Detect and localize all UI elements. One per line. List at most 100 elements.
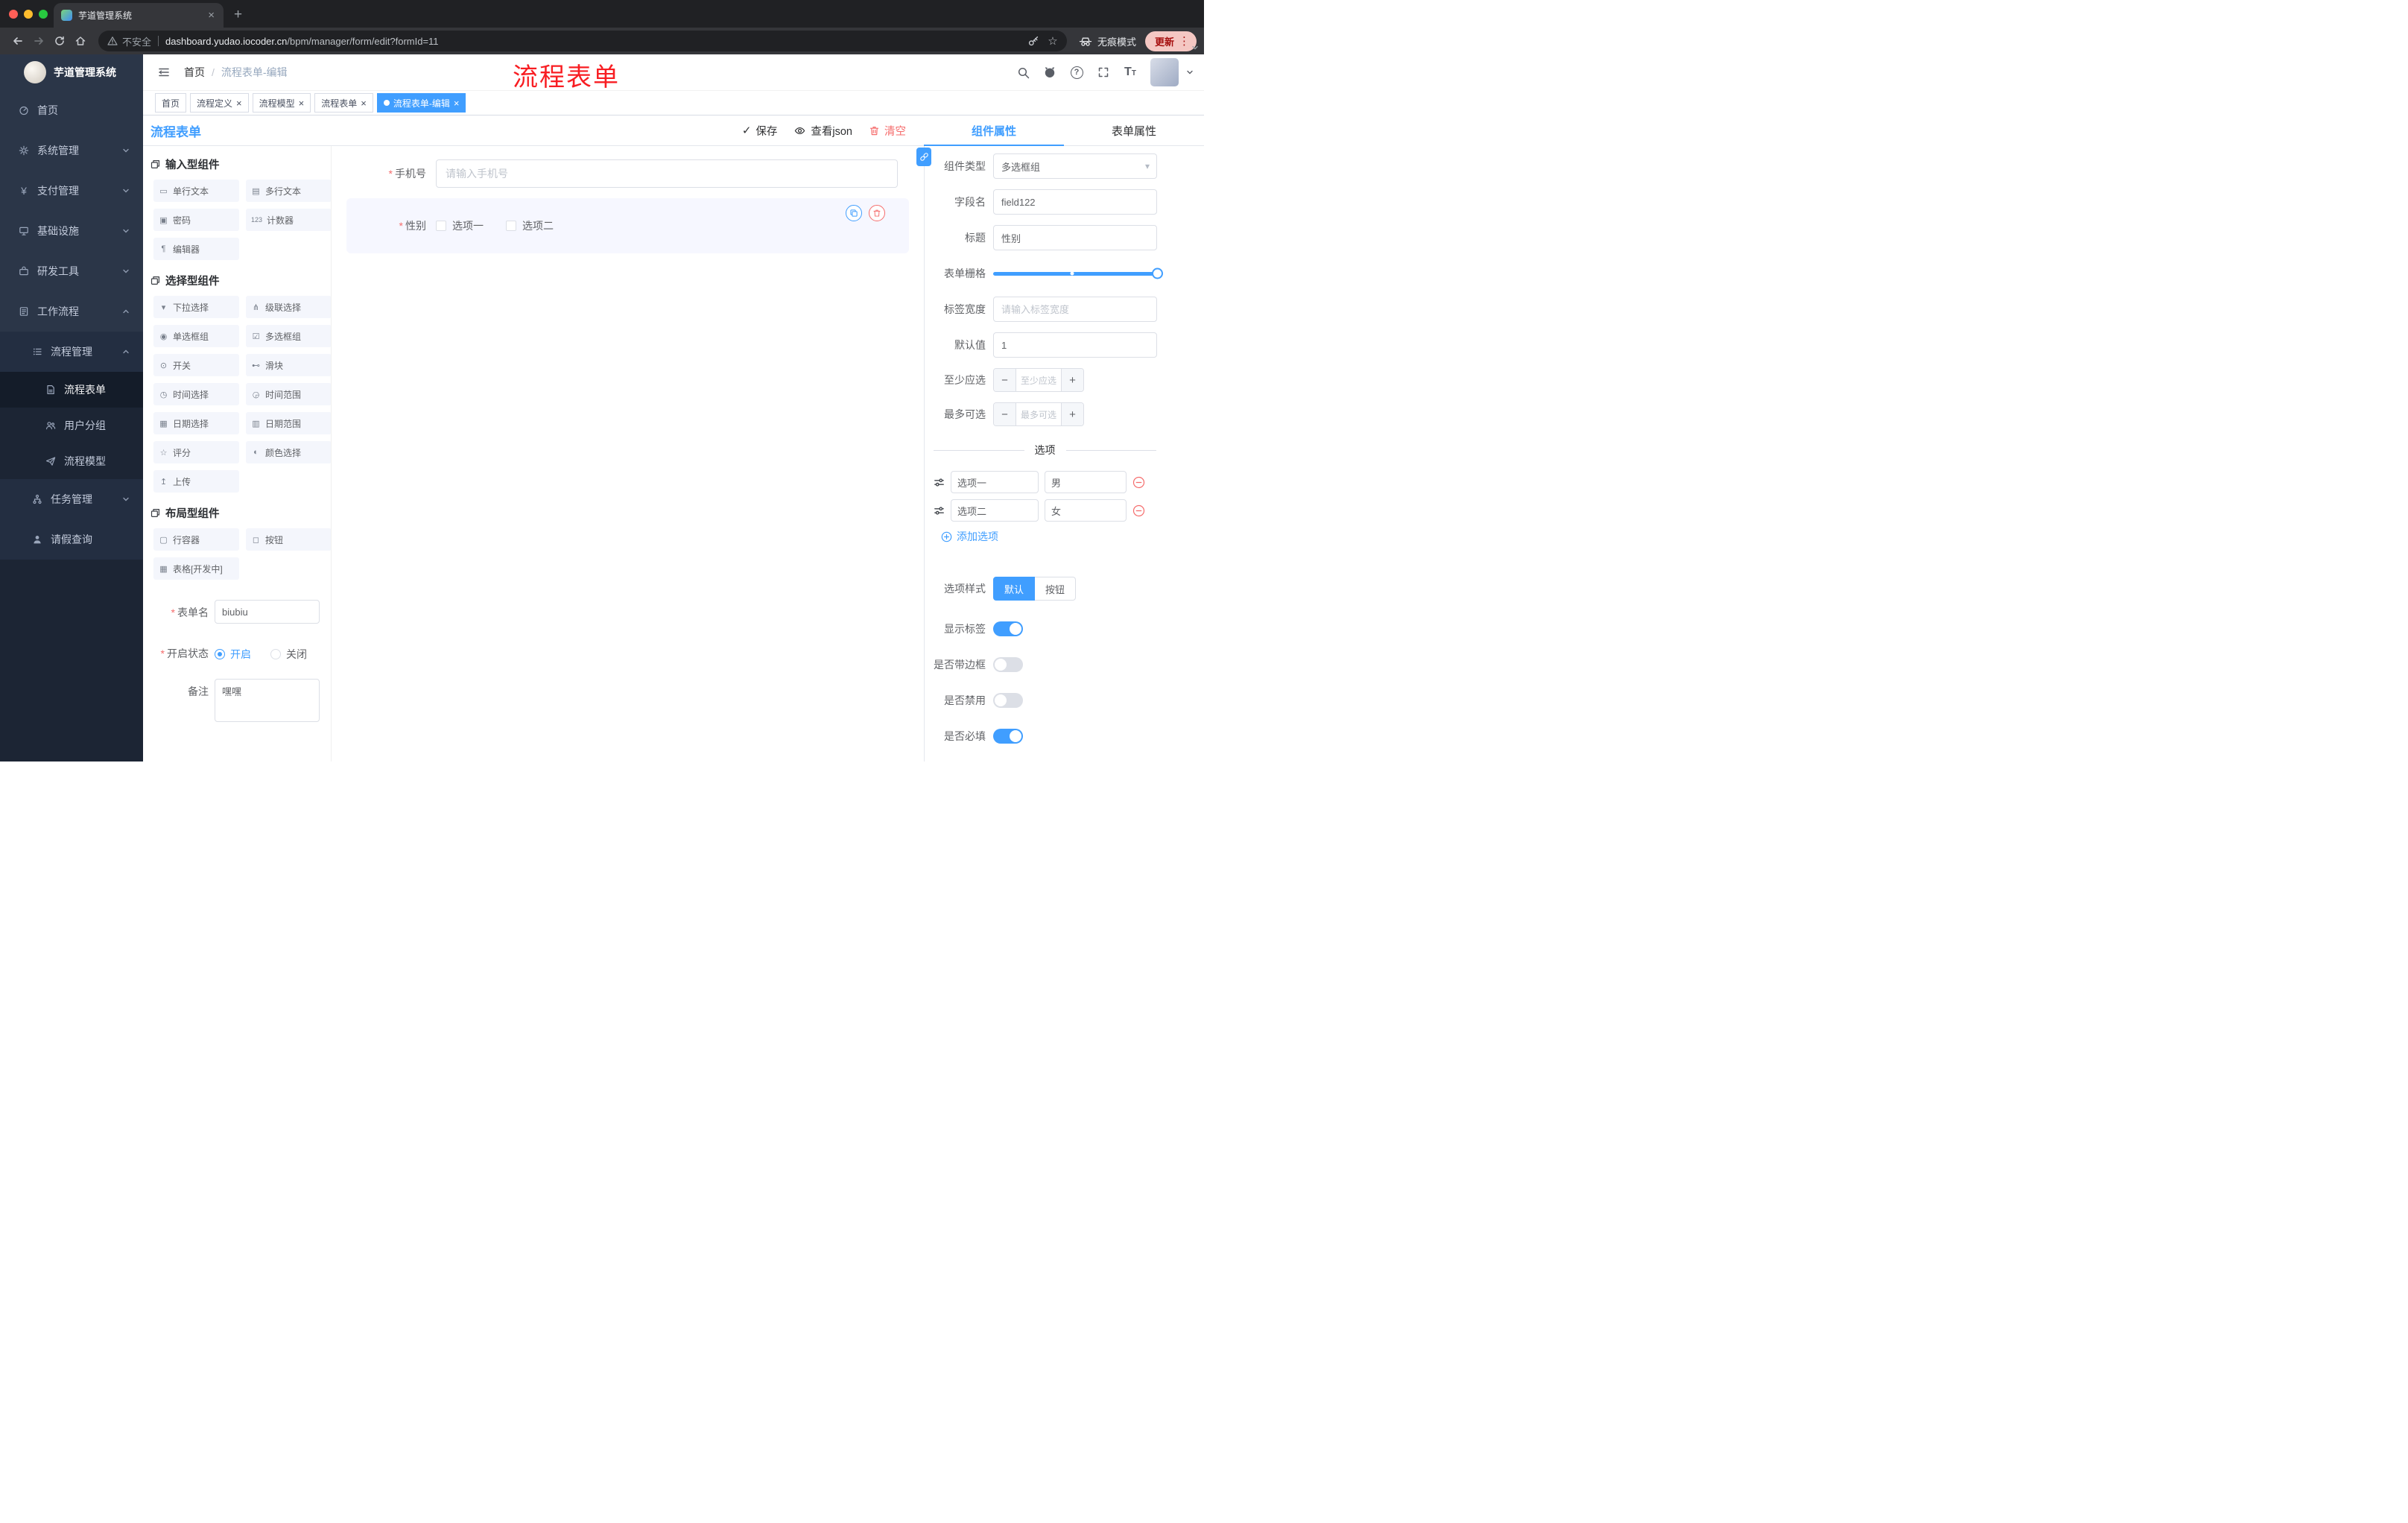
component-chip-editor[interactable]: ¶ 编辑器 <box>153 238 239 260</box>
back-button[interactable] <box>7 31 28 51</box>
default-value-input[interactable] <box>993 332 1157 358</box>
sidebar-item-dev-tools[interactable]: 研发工具 <box>0 251 143 291</box>
sidebar-item-process-management[interactable]: 流程管理 <box>0 332 143 372</box>
component-chip-select[interactable]: ▾ 下拉选择 <box>153 296 239 318</box>
component-chip-switch[interactable]: ⊙ 开关 <box>153 354 239 376</box>
slider-handle[interactable] <box>1152 267 1163 279</box>
decrease-button[interactable]: − <box>994 369 1016 391</box>
title-input[interactable] <box>993 225 1157 250</box>
clear-button[interactable]: 清空 <box>869 123 906 139</box>
forward-button[interactable] <box>28 31 49 51</box>
tag-process-form-edit[interactable]: 流程表单-编辑 × <box>376 93 466 113</box>
checkbox-option-1[interactable]: 选项一 <box>436 218 484 233</box>
field-name-input[interactable] <box>993 189 1157 215</box>
tag-process-form[interactable]: 流程表单 × <box>314 93 373 113</box>
update-button[interactable]: 更新 ⋮ <box>1144 31 1197 51</box>
menu-kebab-icon[interactable]: ⋮ <box>1176 34 1192 48</box>
component-chip-time-range[interactable]: ◶ 时间范围 <box>246 383 331 405</box>
label-width-input[interactable] <box>993 297 1157 322</box>
sidebar-item-task-management[interactable]: 任务管理 <box>0 479 143 519</box>
increase-button[interactable]: + <box>1062 369 1083 391</box>
min-select-value[interactable]: 至少应选 <box>1016 369 1062 391</box>
component-chip-checkbox-group[interactable]: ☑ 多选框组 <box>246 325 331 347</box>
tag-process-model[interactable]: 流程模型 × <box>252 93 311 113</box>
sidebar-logo[interactable]: 芋道管理系统 <box>0 54 143 90</box>
chevron-down-icon[interactable] <box>1191 44 1199 51</box>
sidebar-item-process-model[interactable]: 流程模型 <box>0 443 143 479</box>
style-default-button[interactable]: 默认 <box>993 577 1036 601</box>
new-tab-button[interactable]: + <box>234 7 242 22</box>
max-select-value[interactable]: 最多可选 <box>1016 403 1062 425</box>
component-chip-time-picker[interactable]: ◷ 时间选择 <box>153 383 239 405</box>
status-radio-off[interactable]: 关闭 <box>270 647 307 662</box>
tag-home[interactable]: 首页 <box>155 93 187 113</box>
font-size-icon[interactable]: TT <box>1119 61 1141 83</box>
sidebar-item-process-form[interactable]: 流程表单 <box>0 372 143 408</box>
browser-tab[interactable]: 芋道管理系统 × <box>54 3 224 28</box>
tag-process-definition[interactable]: 流程定义 × <box>190 93 249 113</box>
address-bar[interactable]: 不安全 dashboard.yudao.iocoder.cn /bpm/mana… <box>98 31 1067 51</box>
fullscreen-icon[interactable] <box>1092 61 1115 83</box>
canvas-field-phone[interactable]: * 手机号 <box>346 159 909 188</box>
save-button[interactable]: ✓ 保存 <box>742 123 778 139</box>
github-icon[interactable] <box>1039 61 1061 83</box>
form-name-input[interactable] <box>215 600 320 624</box>
option-label-input[interactable] <box>951 471 1039 493</box>
password-key-icon[interactable] <box>1024 32 1043 50</box>
help-icon[interactable]: ? <box>1065 61 1088 83</box>
component-chip-single-text[interactable]: ▭ 单行文本 <box>153 180 239 202</box>
canvas-field-gender-selected[interactable]: * 性别 选项一 选项二 <box>346 198 909 253</box>
phone-input[interactable] <box>436 159 898 188</box>
component-chip-date-picker[interactable]: ▦ 日期选择 <box>153 412 239 434</box>
tab-component-props[interactable]: 组件属性 <box>924 115 1064 146</box>
copy-field-button[interactable] <box>846 205 862 221</box>
grid-slider[interactable] <box>993 261 1163 286</box>
home-button[interactable] <box>70 31 91 51</box>
component-chip-date-range[interactable]: ▥ 日期范围 <box>246 412 331 434</box>
add-option-button[interactable]: 添加选项 <box>941 529 1204 544</box>
sidebar-item-infrastructure[interactable]: 基础设施 <box>0 211 143 251</box>
option-value-input[interactable] <box>1045 499 1127 522</box>
component-type-select[interactable]: 多选框组 ▾ <box>993 153 1157 179</box>
increase-button[interactable]: + <box>1062 403 1083 425</box>
bookmark-star-icon[interactable]: ☆ <box>1043 32 1062 50</box>
view-json-button[interactable]: 查看json <box>793 123 852 139</box>
sidebar-item-home[interactable]: 首页 <box>0 90 143 130</box>
delete-field-button[interactable] <box>869 205 885 221</box>
style-button-button[interactable]: 按钮 <box>1035 577 1077 601</box>
sidebar-item-leave-query[interactable]: 请假查询 <box>0 519 143 560</box>
close-window-button[interactable] <box>9 10 18 19</box>
sidebar-item-workflow[interactable]: 工作流程 <box>0 291 143 332</box>
remove-option-button[interactable] <box>1132 504 1145 517</box>
component-chip-slider[interactable]: ⊷ 滑块 <box>246 354 331 376</box>
close-icon[interactable]: × <box>299 98 305 108</box>
checkbox-option-2[interactable]: 选项二 <box>506 218 554 233</box>
decrease-button[interactable]: − <box>994 403 1016 425</box>
minimize-window-button[interactable] <box>24 10 33 19</box>
component-chip-table[interactable]: ▦ 表格[开发中] <box>153 557 239 580</box>
option-label-input[interactable] <box>951 499 1039 522</box>
breadcrumb-home[interactable]: 首页 <box>184 65 205 80</box>
form-canvas[interactable]: *手机号 *性别 选项一 选项二 <box>332 146 924 762</box>
component-chip-upload[interactable]: ↥ 上传 <box>153 470 239 493</box>
component-chip-radio-group[interactable]: ◉ 单选框组 <box>153 325 239 347</box>
component-chip-button[interactable]: ◻ 按钮 <box>246 528 331 551</box>
component-chip-password[interactable]: ▣ 密码 <box>153 209 239 231</box>
zoom-window-button[interactable] <box>39 10 48 19</box>
close-icon[interactable]: × <box>361 98 367 108</box>
component-chip-rate[interactable]: ☆ 评分 <box>153 441 239 463</box>
component-chip-cascader[interactable]: ⋔ 级联选择 <box>246 296 331 318</box>
drag-handle-icon[interactable] <box>934 505 945 516</box>
component-chip-multi-text[interactable]: ▤ 多行文本 <box>246 180 331 202</box>
sidebar-item-payment[interactable]: ¥ 支付管理 <box>0 171 143 211</box>
sidebar-item-system[interactable]: 系统管理 <box>0 130 143 171</box>
sidebar-item-user-group[interactable]: 用户分组 <box>0 408 143 443</box>
close-icon[interactable]: × <box>206 10 216 21</box>
panel-link-handle[interactable] <box>916 148 931 166</box>
form-remark-textarea[interactable]: 嘿嘿 <box>215 679 320 722</box>
component-chip-row-container[interactable]: ▢ 行容器 <box>153 528 239 551</box>
required-switch[interactable] <box>993 729 1023 744</box>
drag-handle-icon[interactable] <box>934 477 945 488</box>
tab-form-props[interactable]: 表单属性 <box>1064 115 1204 146</box>
disabled-switch[interactable] <box>993 693 1023 708</box>
